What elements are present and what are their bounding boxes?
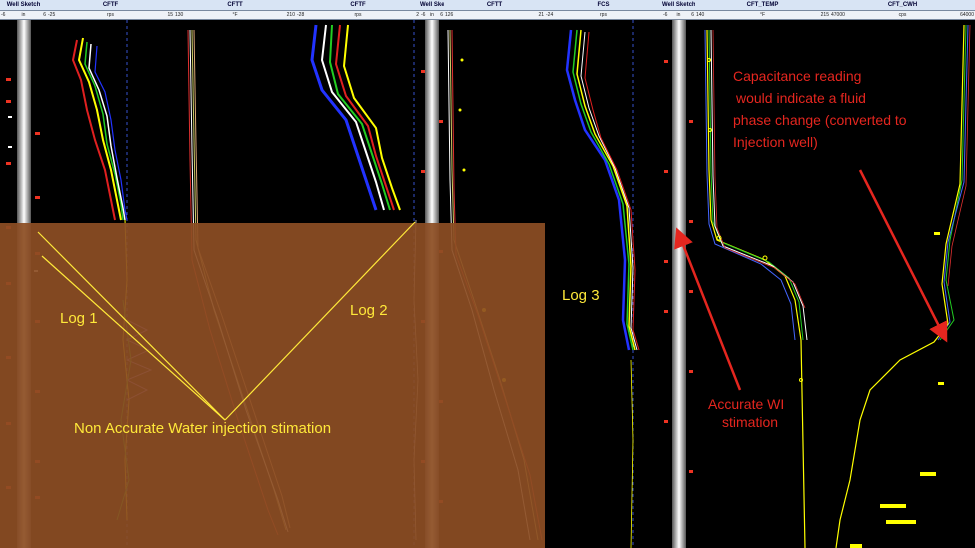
log3-label: Log 3: [562, 287, 600, 304]
capacitance-annotation-line1: Capacitance reading: [733, 68, 862, 84]
track-scale: -24 rps: [545, 11, 662, 20]
track-title: Well Sketch: [662, 0, 695, 11]
track-title: Well Sketch: [0, 0, 47, 11]
track-title: Well Sketc: [420, 0, 444, 11]
track-scale: -28 rps 2: [296, 11, 420, 20]
track-scale: 47000 cps 64000: [830, 11, 975, 20]
fcs-spinner-curves: [565, 20, 640, 548]
track-scale: -6 in 6: [420, 11, 444, 20]
accurate-wi-annotation-line2: stimation: [722, 414, 779, 430]
left-log-panel: Well Sketch -6 in 6 CFTF -25 rps 15 CFTT…: [0, 0, 545, 548]
capacitance-annotation-line3: phase change (converted to: [733, 112, 907, 128]
capacitance-annotation-line4: Injection well): [733, 134, 818, 150]
track-scale: 130 °F 210: [174, 11, 296, 20]
track-scale: -6 in 6: [662, 11, 695, 20]
accurate-wi-annotation-line1: Accurate WI: [708, 396, 785, 412]
track-scale: 126 21: [444, 11, 545, 20]
track-title: CFT_CWH: [830, 0, 975, 11]
track-scale: -6 in 6: [0, 11, 47, 20]
track-scale: 140 °F 215: [695, 11, 830, 20]
track-fcs: FCS -24 rps: [545, 0, 663, 548]
depth-interval-overlay: [0, 223, 545, 548]
track-title: CFTT: [174, 0, 296, 11]
log1-label: Log 1: [60, 310, 98, 327]
track-title: CFT_TEMP: [695, 0, 830, 11]
non-accurate-annotation: Non Accurate Water injection stimation: [74, 420, 332, 437]
track-title: CFTT: [444, 0, 545, 11]
track-scale: -25 rps 15: [47, 11, 174, 20]
capacitance-annotation-line2: would indicate a fluid: [736, 90, 866, 106]
casing-collar-marks: [664, 60, 693, 473]
track-title: CFTF: [47, 0, 174, 11]
log2-label: Log 2: [350, 302, 388, 319]
track-title: CFTF: [296, 0, 420, 11]
track-title: FCS: [545, 0, 662, 11]
track-well-sketch-3: Well Sketch -6 in 6: [662, 0, 696, 548]
